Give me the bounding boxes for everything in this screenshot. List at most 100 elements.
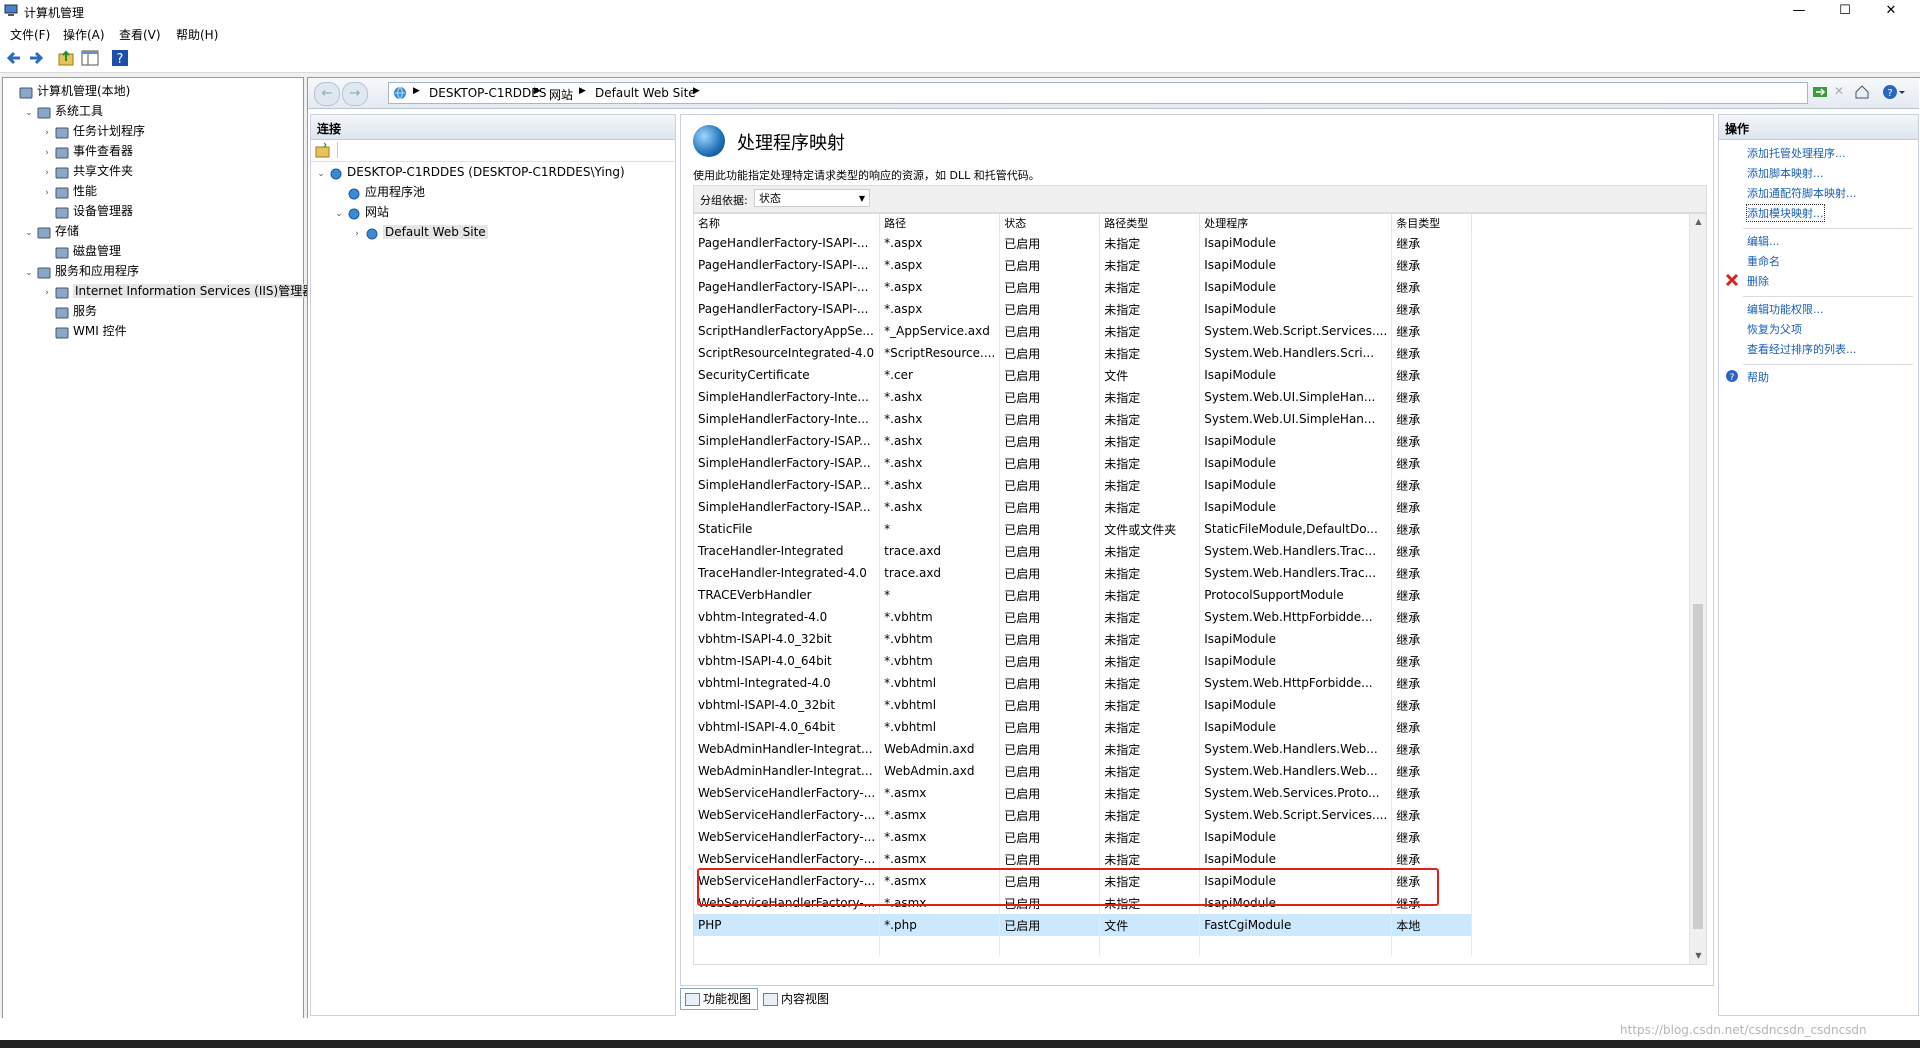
breadcrumb-server[interactable]: DESKTOP-C1RDDES — [429, 86, 547, 100]
table-row[interactable]: WebServiceHandlerFactory-... *.asmx 已启用 未指定… — [694, 826, 1473, 848]
up-folder-icon[interactable] — [56, 48, 76, 68]
expand-toggle-icon[interactable]: ⌄ — [23, 264, 35, 282]
expand-toggle-icon[interactable]: › — [41, 284, 53, 302]
table-row[interactable]: StaticFile * 已启用 文件或文件夹 StaticFileModule,Def… — [694, 518, 1473, 540]
scroll-up-icon[interactable]: ▲ — [1690, 214, 1706, 230]
action-link[interactable]: 恢复为父项 — [1747, 321, 1802, 337]
connection-tree-item[interactable]: 应用程序池 — [333, 183, 425, 201]
table-row[interactable]: TraceHandler-Integrated trace.axd 已启用 未指定 Sy… — [694, 540, 1473, 562]
table-row[interactable]: PageHandlerFactory-ISAPI-... *.aspx 已启用 未指定… — [694, 276, 1473, 298]
breadcrumb-sites[interactable]: 网站 — [549, 86, 573, 103]
back-icon[interactable] — [4, 48, 24, 68]
table-row[interactable]: ScriptResourceIntegrated-4.0 *ScriptResou… — [694, 342, 1473, 364]
tree-item[interactable]: WMI 控件 — [41, 322, 127, 340]
action-link[interactable]: 编辑... — [1747, 233, 1780, 249]
menu-file[interactable]: 文件(F) — [10, 26, 50, 43]
scrollbar-thumb[interactable] — [1693, 604, 1703, 929]
group-by-select[interactable]: 状态 ▼ — [754, 189, 870, 207]
scroll-down-icon[interactable]: ▼ — [1690, 948, 1706, 964]
tree-item[interactable]: ⌄ 存储 — [23, 222, 79, 240]
column-header[interactable]: 路径 — [879, 214, 1001, 232]
menu-help[interactable]: 帮助(H) — [176, 26, 218, 43]
tree-item[interactable]: › 任务计划程序 — [41, 122, 145, 140]
nav-forward-button[interactable]: → — [342, 82, 368, 106]
table-row-php[interactable]: PHP *.php 已启用 文件 FastCgiModule 本地 — [694, 914, 1473, 936]
action-link[interactable]: 添加模块映射... — [1746, 204, 1825, 222]
action-link[interactable]: 添加通配符脚本映射... — [1747, 185, 1857, 201]
table-row[interactable]: TRACEVerbHandler * 已启用 未指定 ProtocolSupportMo… — [694, 584, 1473, 606]
tree-item[interactable]: ⌄ 系统工具 — [23, 102, 103, 120]
column-header[interactable]: 状态 — [999, 214, 1101, 232]
expand-toggle-icon[interactable]: › — [41, 184, 53, 202]
new-connection-icon[interactable] — [315, 142, 331, 158]
expand-toggle-icon[interactable]: › — [41, 144, 53, 162]
table-row[interactable]: SimpleHandlerFactory-ISAP... *.ashx 已启用 未指定… — [694, 474, 1473, 496]
expand-toggle-icon[interactable]: › — [41, 164, 53, 182]
tree-item[interactable]: › 性能 — [41, 182, 97, 200]
expand-toggle-icon[interactable]: ⌄ — [23, 104, 35, 122]
column-header[interactable]: 路径类型 — [1099, 214, 1201, 232]
expand-toggle-icon[interactable]: › — [351, 225, 363, 243]
forward-icon[interactable] — [26, 48, 46, 68]
table-row[interactable]: vbhtm-ISAPI-4.0_32bit *.vbhtm 已启用 未指定 IsapiM… — [694, 628, 1473, 650]
table-row[interactable]: SimpleHandlerFactory-Inte... *.ashx 已启用 未指定… — [694, 386, 1473, 408]
table-row[interactable]: WebServiceHandlerFactory-... *.asmx 已启用 未指定… — [694, 804, 1473, 826]
table-row[interactable]: SimpleHandlerFactory-ISAP... *.ashx 已启用 未指定… — [694, 496, 1473, 518]
tree-item[interactable]: ⌄ 服务和应用程序 — [23, 262, 139, 280]
connection-tree-item[interactable]: › Default Web Site — [351, 223, 488, 241]
table-row[interactable]: WebAdminHandler-Integrat... WebAdmin.axd 已… — [694, 738, 1473, 760]
action-link[interactable]: 添加托管处理程序... — [1747, 145, 1846, 161]
close-button[interactable]: ✕ — [1868, 0, 1914, 22]
menu-view[interactable]: 查看(V) — [119, 26, 161, 43]
tree-item[interactable]: 计算机管理(本地) — [5, 82, 130, 100]
tree-item[interactable]: 磁盘管理 — [41, 242, 121, 260]
table-row[interactable]: WebAdminHandler-Integrat... WebAdmin.axd 已… — [694, 760, 1473, 782]
tree-item[interactable]: › 共享文件夹 — [41, 162, 133, 180]
action-link[interactable]: 查看经过排序的列表... — [1747, 341, 1857, 357]
column-header[interactable]: 条目类型 — [1391, 214, 1473, 232]
action-link[interactable]: 重命名 — [1747, 253, 1780, 269]
table-row[interactable]: SimpleHandlerFactory-ISAP... *.ashx 已启用 未指定… — [694, 430, 1473, 452]
stop-icon[interactable]: ✕ — [1834, 84, 1850, 100]
tab-content-view[interactable]: 内容视图 — [758, 988, 836, 1010]
table-row[interactable]: SimpleHandlerFactory-ISAP... *.ashx 已启用 未指定… — [694, 452, 1473, 474]
table-row[interactable]: SimpleHandlerFactory-Inte... *.ashx 已启用 未指定… — [694, 408, 1473, 430]
column-header[interactable]: 名称 — [694, 214, 881, 232]
table-row[interactable]: WebServiceHandlerFactory-... *.asmx 已启用 未指定… — [694, 848, 1473, 870]
table-row[interactable]: vbhtml-Integrated-4.0 *.vbhtml 已启用 未指定 Syste… — [694, 672, 1473, 694]
action-link[interactable]: 添加脚本映射... — [1747, 165, 1824, 181]
table-row[interactable]: vbhtml-ISAPI-4.0_64bit *.vbhtml 已启用 未指定 Isap… — [694, 716, 1473, 738]
breadcrumb-default-web-site[interactable]: Default Web Site — [595, 86, 696, 100]
table-row[interactable]: PageHandlerFactory-ISAPI-... *.aspx 已启用 未指定… — [694, 298, 1473, 320]
refresh-icon[interactable] — [1812, 84, 1828, 100]
nav-back-button[interactable]: ← — [314, 82, 340, 106]
column-header[interactable]: 处理程序 — [1199, 214, 1393, 232]
action-link[interactable]: 帮助 — [1747, 369, 1769, 385]
help-icon[interactable]: ? — [110, 48, 130, 68]
tree-item[interactable]: › 事件查看器 — [41, 142, 133, 160]
maximize-button[interactable]: ☐ — [1822, 0, 1868, 22]
help-dropdown-icon[interactable]: ? — [1882, 83, 1906, 101]
expand-toggle-icon[interactable]: › — [41, 124, 53, 142]
expand-toggle-icon[interactable]: ⌄ — [333, 205, 345, 223]
tab-features-view[interactable]: 功能视图 — [680, 988, 759, 1010]
table-row[interactable]: vbhtm-Integrated-4.0 *.vbhtm 已启用 未指定 System.… — [694, 606, 1473, 628]
show-hide-tree-icon[interactable] — [80, 48, 100, 68]
table-row[interactable]: vbhtml-ISAPI-4.0_32bit *.vbhtml 已启用 未指定 Isap… — [694, 694, 1473, 716]
connection-tree-item[interactable]: ⌄ DESKTOP-C1RDDES (DESKTOP-C1RDDES\Ying) — [315, 163, 625, 181]
tree-item[interactable]: 设备管理器 — [41, 202, 133, 220]
connection-tree-item[interactable]: ⌄ 网站 — [333, 203, 389, 221]
table-row[interactable]: ScriptHandlerFactoryAppSe... *_AppService… — [694, 320, 1473, 342]
table-row[interactable]: vbhtm-ISAPI-4.0_64bit *.vbhtm 已启用 未指定 IsapiM… — [694, 650, 1473, 672]
address-box[interactable]: ▶ DESKTOP-C1RDDES ▶ 网站 ▶ Default Web Sit… — [388, 82, 1808, 104]
action-link[interactable]: 删除 — [1747, 273, 1769, 289]
table-row[interactable]: PageHandlerFactory-ISAPI-... *.aspx 已启用 未指定… — [694, 232, 1473, 254]
tree-item[interactable]: › Internet Information Services (IIS)管理器 — [41, 282, 317, 302]
table-row[interactable]: SecurityCertificate *.cer 已启用 文件 IsapiModule… — [694, 364, 1473, 386]
vertical-scrollbar[interactable]: ▲ ▼ — [1689, 214, 1706, 964]
expand-toggle-icon[interactable]: ⌄ — [315, 165, 327, 183]
table-row[interactable]: TraceHandler-Integrated-4.0 trace.axd 已启用未… — [694, 562, 1473, 584]
minimize-button[interactable]: — — [1776, 0, 1822, 22]
table-row[interactable]: WebServiceHandlerFactory-... *.asmx 已启用 未指定… — [694, 782, 1473, 804]
tree-item[interactable]: 服务 — [41, 302, 97, 320]
